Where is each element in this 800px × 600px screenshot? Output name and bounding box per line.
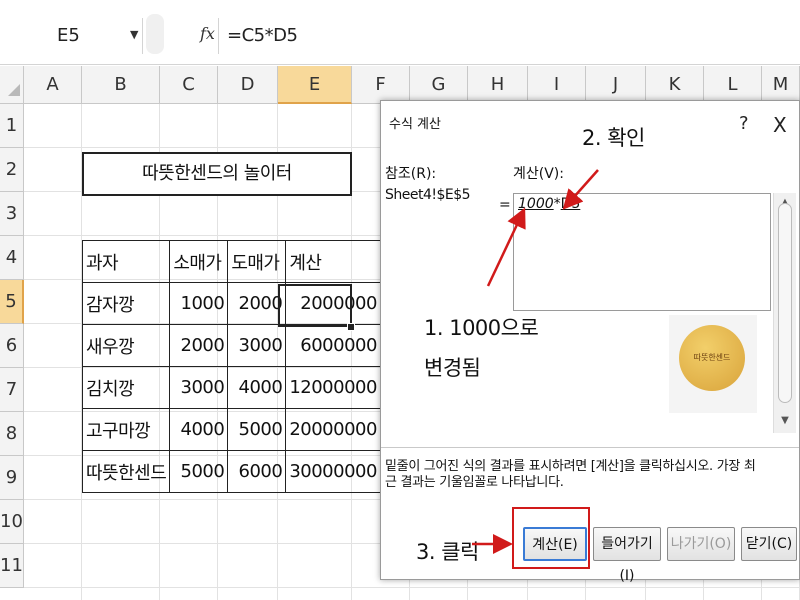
arrow-step2: [562, 169, 599, 210]
arrow-step1: [486, 207, 526, 287]
annotation-arrows: [472, 169, 599, 554]
